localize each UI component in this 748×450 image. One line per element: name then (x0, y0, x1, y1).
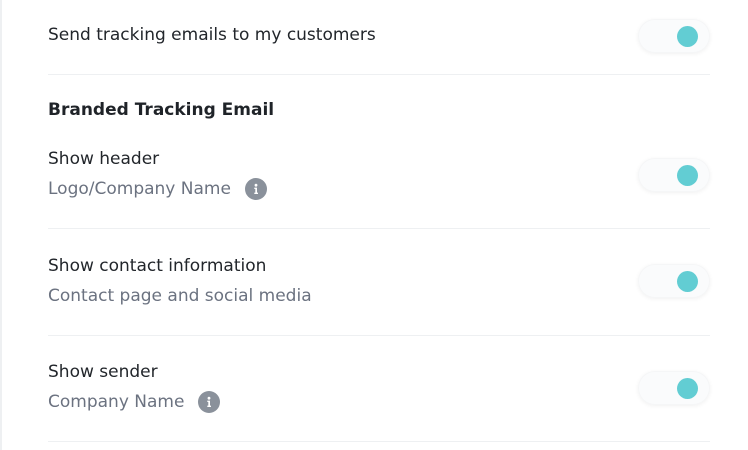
divider (48, 441, 710, 442)
show-header-row: Show header Logo/Company Name (48, 148, 710, 208)
section-heading: Branded Tracking Email (48, 100, 275, 120)
show-sender-toggle[interactable] (638, 371, 710, 405)
show-header-sublabel-wrap: Logo/Company Name (48, 178, 267, 200)
toggle-knob (677, 378, 698, 399)
show-header-toggle[interactable] (638, 158, 710, 192)
show-contact-row: Show contact information Contact page an… (48, 255, 710, 315)
branded-email-section: Branded Tracking Email (48, 99, 710, 123)
toggle-knob (677, 26, 698, 47)
show-header-sublabel: Logo/Company Name (48, 179, 231, 199)
send-tracking-label: Send tracking emails to my customers (48, 25, 376, 45)
show-sender-sublabel: Company Name (48, 392, 185, 412)
info-icon[interactable] (198, 391, 221, 413)
divider (48, 74, 710, 75)
show-contact-toggle[interactable] (638, 264, 710, 298)
toggle-knob (677, 271, 698, 292)
divider (48, 335, 710, 336)
show-sender-sublabel-wrap: Company Name (48, 391, 221, 413)
show-contact-label: Show contact information (48, 256, 267, 276)
send-tracking-toggle[interactable] (638, 19, 710, 53)
info-glyph (254, 183, 258, 194)
divider (48, 228, 710, 229)
info-glyph (207, 396, 212, 407)
show-contact-sublabel: Contact page and social media (48, 286, 312, 306)
info-icon[interactable] (244, 178, 267, 200)
toggle-knob (677, 165, 698, 186)
show-sender-label: Show sender (48, 362, 158, 382)
settings-panel: Send tracking emails to my customers Bra… (0, 0, 748, 450)
send-tracking-row: Send tracking emails to my customers (48, 19, 710, 53)
show-header-label: Show header (48, 149, 160, 169)
show-sender-row: Show sender Company Name (48, 361, 710, 421)
